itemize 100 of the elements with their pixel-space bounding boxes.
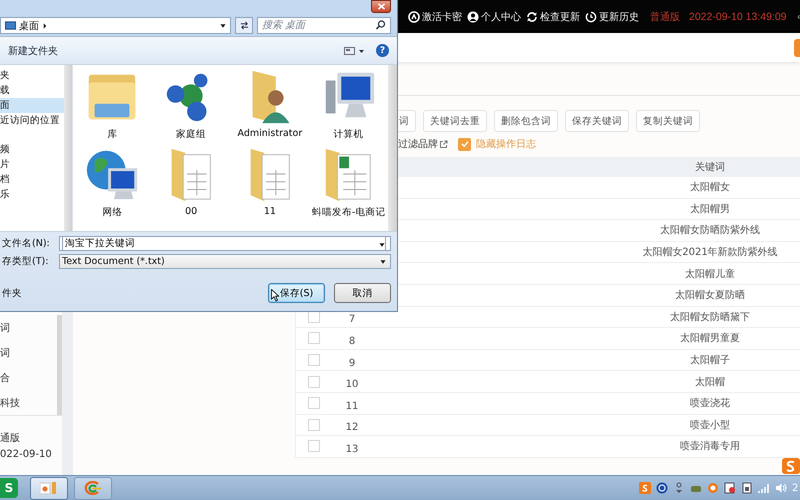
scrollbar[interactable] [57, 315, 62, 415]
nav-item[interactable]: 夹 [0, 68, 64, 83]
arrows-icon[interactable] [238, 21, 250, 30]
action-button[interactable]: 复制关键词 [636, 110, 700, 132]
hide-log-label: 隐藏操作日志 [476, 138, 536, 151]
dropdown-arrow-icon[interactable] [380, 258, 386, 264]
refresh-button[interactable] [235, 17, 253, 34]
action-button[interactable]: 保存关键词 [565, 110, 629, 132]
row-checkbox[interactable] [308, 354, 320, 366]
file-name-label[interactable]: Administrator [237, 128, 302, 139]
file-name-field[interactable]: 淘宝下拉关键词 [62, 236, 386, 251]
cancel-button[interactable]: 取消 [334, 283, 391, 303]
spreadsheet-app-icon[interactable]: S [0, 478, 18, 498]
history-icon[interactable] [585, 10, 597, 22]
hide-folders-toggle[interactable]: 件夹 [2, 286, 22, 300]
file-name-label[interactable]: 家庭组 [176, 128, 206, 141]
file-name-label[interactable]: 蚪喵发布-电商记 [312, 206, 386, 219]
edition-label: 普通版 [650, 10, 680, 24]
nav-item[interactable]: 片 [0, 157, 64, 172]
desktop-icon [5, 20, 16, 30]
breadcrumb-item[interactable]: 桌面 [19, 18, 39, 32]
new-folder-button[interactable]: 新建文件夹 [8, 44, 58, 58]
nav-item[interactable]: 近访问的位置 [0, 113, 64, 128]
scrollbar[interactable] [64, 65, 72, 231]
top-link[interactable]: 更新历史 [585, 10, 639, 24]
row-number: 12 [346, 422, 358, 434]
dropdown-arrow-icon[interactable] [379, 242, 385, 248]
action-button[interactable] [794, 38, 800, 56]
info-circle-icon[interactable] [656, 482, 668, 494]
row-number: 10 [346, 379, 358, 390]
sidebar-item[interactable]: 词 [0, 340, 57, 365]
refresh-icon[interactable] [526, 10, 538, 22]
input-method-icon[interactable] [639, 482, 651, 494]
keyword-cell-text: 太阳帽女防晒黛下 [670, 310, 750, 324]
row-number: 13 [346, 444, 358, 455]
search-icon[interactable] [375, 20, 386, 30]
device-icon[interactable] [741, 482, 753, 494]
row-number: 9 [348, 358, 356, 369]
file-type-label: 存类型(T): [2, 255, 50, 268]
action-button[interactable]: 删除包含词 [494, 110, 558, 132]
keyword-cell-text: 喷壶浇花 [690, 396, 730, 410]
keyword-cell-text: 太阳帽女夏防晒 [675, 288, 745, 302]
datetime-label: 2022-09-10 13:49:09 [689, 10, 786, 22]
row-checkbox[interactable] [308, 376, 320, 388]
dropdown-arrow-icon[interactable] [220, 22, 226, 28]
row-checkbox[interactable] [308, 397, 320, 410]
ring-icon[interactable] [707, 482, 719, 494]
sidebar-item[interactable]: 合 [0, 365, 57, 390]
external-link-icon[interactable] [439, 140, 448, 148]
keyword-cell-text: 太阳帽儿童 [685, 268, 735, 281]
filter-brand-link[interactable]: 过滤品牌 [398, 137, 438, 151]
nav-item[interactable]: 乐 [0, 187, 64, 202]
close-icon[interactable] [376, 3, 386, 10]
file-name-label[interactable]: 库 [107, 128, 118, 141]
view-options-icon[interactable] [344, 46, 366, 56]
browser-app-button[interactable] [74, 476, 112, 500]
top-link[interactable]: 个人中心 [467, 10, 521, 24]
keyword-cell-text: 太阳帽女 [690, 180, 730, 194]
file-name-label[interactable]: 计算机 [334, 128, 364, 141]
browser-logo-icon[interactable] [83, 481, 103, 495]
sidebar-item[interactable]: 科技 [0, 390, 57, 415]
row-number: 7 [348, 314, 356, 326]
input-method-logo-icon[interactable] [782, 458, 800, 474]
nav-item[interactable]: 面 [0, 98, 64, 113]
row-number: 11 [346, 400, 358, 412]
save-button[interactable]: 保存(S) [268, 283, 325, 303]
action-button[interactable]: 关键词去重 [423, 110, 487, 132]
keyword-cell-text: 喷壶消毒专用 [680, 440, 740, 454]
nav-item[interactable]: 载 [0, 83, 64, 98]
close-button[interactable] [371, 0, 391, 13]
keyword-cell-text: 太阳帽女2021年新款防紫外线 [642, 246, 778, 260]
row-checkbox[interactable] [308, 440, 320, 452]
sidebar-item[interactable]: 词 [0, 315, 57, 340]
paint-app-icon[interactable] [40, 481, 58, 495]
top-link[interactable]: 激活卡密 [408, 10, 462, 24]
cursor-icon [271, 289, 279, 302]
keyword-cell-text: 太阳帽男 [690, 202, 730, 216]
keyword-cell-text: 太阳帽男童夏 [680, 332, 740, 346]
paint-app-button[interactable] [30, 476, 68, 500]
file-type-dropdown[interactable]: Text Document (*.txt) [59, 254, 391, 269]
window-restore-icon[interactable] [798, 14, 800, 20]
nav-item[interactable]: 频 [0, 142, 64, 157]
help-button[interactable]: ? [376, 44, 389, 57]
file-name-label[interactable]: 网络 [102, 206, 122, 219]
row-checkbox[interactable] [308, 418, 320, 431]
column-header: 关键词 [695, 160, 725, 174]
row-number: 8 [348, 336, 356, 347]
nav-item[interactable]: 档 [0, 172, 64, 187]
flag-icon[interactable] [724, 482, 736, 494]
user-icon[interactable] [467, 10, 479, 22]
speaker-icon[interactable] [775, 482, 787, 494]
row-checkbox[interactable] [308, 332, 320, 344]
file-name-label[interactable]: 00 [185, 206, 198, 217]
address-bar[interactable]: 桌面 [0, 17, 232, 34]
signal-icon[interactable] [758, 482, 770, 494]
chevron-icon[interactable] [42, 22, 48, 28]
top-link[interactable]: 检查更新 [526, 10, 580, 24]
search-field[interactable]: 搜索 桌面 [257, 17, 391, 34]
scrollbar[interactable] [388, 65, 397, 231]
file-name-label[interactable]: 11 [264, 206, 276, 217]
